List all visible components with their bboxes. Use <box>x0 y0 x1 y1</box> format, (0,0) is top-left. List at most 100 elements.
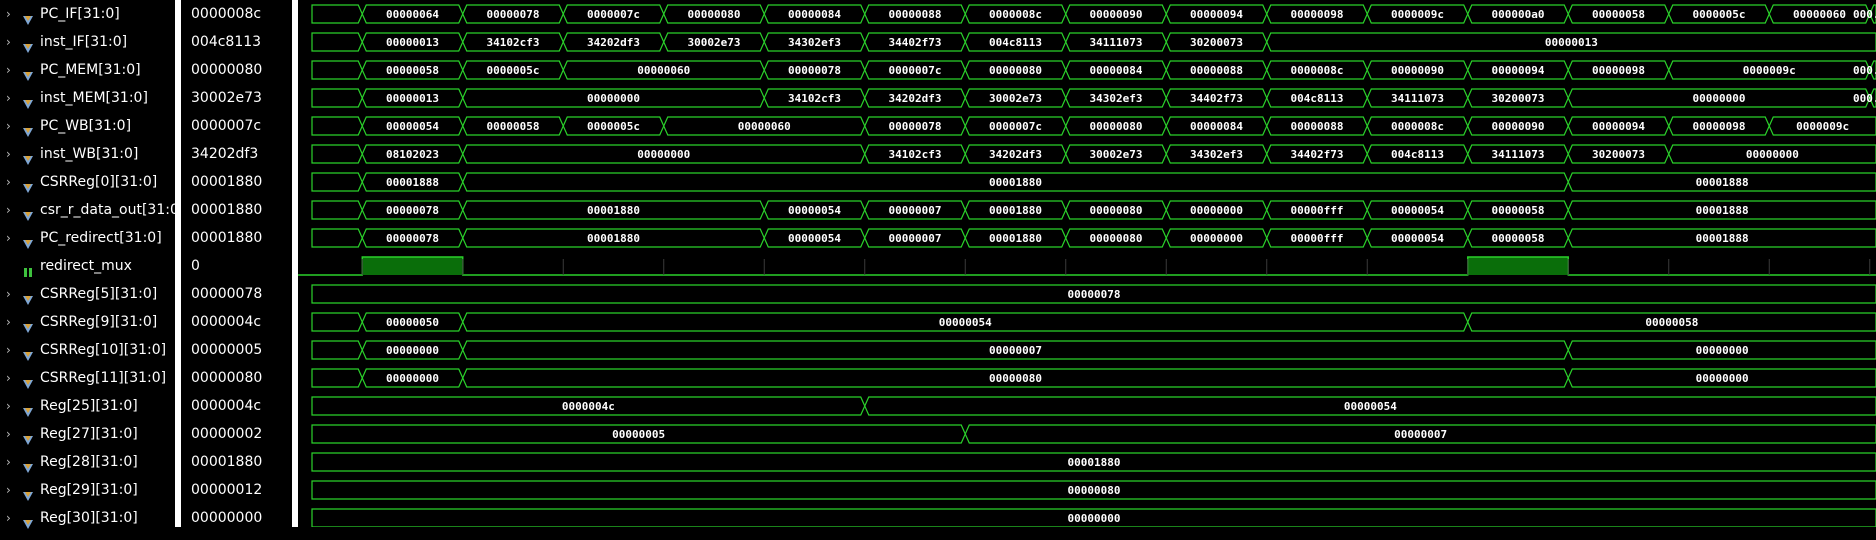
waveform-row-10[interactable]: 00000078 <box>311 284 1876 304</box>
waveform-row-16[interactable]: 00001880 <box>311 452 1876 472</box>
expand-chevron-icon[interactable]: › <box>6 280 11 308</box>
signal-value: 00001880 <box>191 230 263 246</box>
waveform-row-17[interactable]: 00000080 <box>311 480 1876 500</box>
signal-row-2[interactable]: › PC_MEM[31:0] <box>0 56 175 84</box>
bus-value-label: 34302ef3 <box>788 36 841 49</box>
bus-segment[interactable] <box>311 312 363 332</box>
signal-value: 30002e73 <box>191 90 262 106</box>
bus-value-label: 00001880 <box>989 204 1042 217</box>
bus-value-label: 004c8113 <box>1291 92 1344 105</box>
bus-value-label: 00000078 <box>386 204 439 217</box>
signal-row-12[interactable]: › CSRReg[10][31:0] <box>0 336 175 364</box>
signal-row-8[interactable]: › PC_redirect[31:0] <box>0 224 175 252</box>
bus-signal-icon <box>22 64 34 81</box>
bus-segment[interactable] <box>311 228 363 248</box>
bus-value-label: 00000078 <box>487 8 540 21</box>
waveform-row-15[interactable]: 00000005 00000007 <box>311 424 1876 444</box>
bus-value-label: 0000007c <box>587 8 640 21</box>
signal-name-label: inst_WB[31:0] <box>40 146 139 162</box>
signal-row-16[interactable]: › Reg[28][31:0] <box>0 448 175 476</box>
bus-segment[interactable] <box>311 88 363 108</box>
bus-value-label: 00000058 <box>1492 232 1545 245</box>
signal-row-0[interactable]: › PC_IF[31:0] <box>0 0 175 28</box>
bus-signal-icon <box>22 204 34 221</box>
bus-segment[interactable] <box>311 340 363 360</box>
signal-row-15[interactable]: › Reg[27][31:0] <box>0 420 175 448</box>
bus-value-label: 00000094 <box>1592 120 1645 133</box>
signal-value: 00000000 <box>191 510 263 526</box>
expand-chevron-icon[interactable]: › <box>6 140 11 168</box>
waveform-row-2[interactable]: 00000058 0000005c 00000060 00000078 0000007c… <box>311 60 1876 80</box>
high-pulse[interactable] <box>362 257 463 275</box>
waveform-row-1[interactable]: 00000013 34102cf3 34202df3 30002e73 34302ef3… <box>311 32 1876 52</box>
waveform-row-7[interactable]: 00000078 00001880 00000054 00000007 00001880… <box>311 200 1876 220</box>
waveform-row-8[interactable]: 00000078 00001880 00000054 00000007 00001880… <box>311 228 1876 248</box>
waveform-row-6[interactable]: 00001888 00001880 00001888 <box>311 172 1876 192</box>
expand-chevron-icon[interactable]: › <box>6 476 11 504</box>
signal-row-6[interactable]: › CSRReg[0][31:0] <box>0 168 175 196</box>
bus-value-label: 34202df3 <box>889 92 942 105</box>
bus-signal-icon <box>22 148 34 165</box>
bus-value-label: 34402f73 <box>889 36 942 49</box>
signal-row-14[interactable]: › Reg[25][31:0] <box>0 392 175 420</box>
signal-row-7[interactable]: › csr_r_data_out[31:0] <box>0 196 184 224</box>
bus-value-label: 00000054 <box>1391 204 1444 217</box>
expand-chevron-icon[interactable]: › <box>6 224 11 252</box>
expand-chevron-icon[interactable]: › <box>6 420 11 448</box>
bus-segment[interactable] <box>311 368 363 388</box>
waveform-row-0[interactable]: 00000064 00000078 0000007c 00000080 00000084… <box>311 4 1876 24</box>
bus-value-label: 30200073 <box>1190 36 1243 49</box>
bus-value-label: 00000058 <box>1592 8 1645 21</box>
expand-chevron-icon[interactable]: › <box>6 112 11 140</box>
bus-segment[interactable] <box>311 60 363 80</box>
waveform-row-5[interactable]: 08102023 00000000 34102cf3 34202df3 30002e73… <box>311 144 1876 164</box>
bus-segment[interactable] <box>311 200 363 220</box>
bus-signal-icon <box>22 176 34 193</box>
waveform-row-4[interactable]: 00000054 00000058 0000005c 00000060 00000078… <box>311 116 1876 136</box>
bus-signal-icon <box>22 400 34 417</box>
expand-chevron-icon[interactable]: › <box>6 364 11 392</box>
waveform-row-9[interactable] <box>298 256 1876 276</box>
waveform-canvas[interactable]: 00000064 00000078 0000007c 00000080 00000084… <box>298 0 1876 528</box>
waveform-panel[interactable]: 00000064 00000078 0000007c 00000080 00000084… <box>298 0 1876 528</box>
expand-chevron-icon[interactable]: › <box>6 84 11 112</box>
signal-row-17[interactable]: › Reg[29][31:0] <box>0 476 175 504</box>
waveform-row-18[interactable]: 00000000 <box>311 508 1876 528</box>
signal-row-13[interactable]: › CSRReg[11][31:0] <box>0 364 175 392</box>
bus-value-label: 00000090 <box>1492 120 1545 133</box>
signal-row-1[interactable]: › inst_IF[31:0] <box>0 28 175 56</box>
bus-segment[interactable] <box>311 116 363 136</box>
expand-chevron-icon[interactable]: › <box>6 168 11 196</box>
expand-chevron-icon[interactable]: › <box>6 392 11 420</box>
bus-segment[interactable] <box>311 144 363 164</box>
bus-value-label: 00000000 <box>1190 204 1243 217</box>
waveform-row-3[interactable]: 00000013 00000000 34102cf3 34202df3 30002e73… <box>311 88 1876 108</box>
waveform-row-14[interactable]: 0000004c 00000054 <box>311 396 1876 416</box>
expand-chevron-icon[interactable]: › <box>6 308 11 336</box>
expand-chevron-icon[interactable]: › <box>6 336 11 364</box>
signal-row-11[interactable]: › CSRReg[9][31:0] <box>0 308 175 336</box>
waveform-row-12[interactable]: 00000000 00000007 00000000 <box>311 340 1876 360</box>
signal-row-18[interactable]: › Reg[30][31:0] <box>0 504 175 532</box>
signal-row-4[interactable]: › PC_WB[31:0] <box>0 112 175 140</box>
signal-row-3[interactable]: › inst_MEM[31:0] <box>0 84 175 112</box>
signal-row-5[interactable]: › inst_WB[31:0] <box>0 140 175 168</box>
bus-value-label: 00000005 <box>612 428 665 441</box>
signal-name-label: redirect_mux <box>40 258 132 274</box>
waveform-row-13[interactable]: 00000000 00000080 00000000 <box>311 368 1876 388</box>
expand-chevron-icon[interactable]: › <box>6 448 11 476</box>
signal-row-9[interactable]: redirect_mux <box>0 252 175 280</box>
expand-chevron-icon[interactable]: › <box>6 28 11 56</box>
bus-segment[interactable] <box>311 4 363 24</box>
expand-chevron-icon[interactable]: › <box>6 0 11 28</box>
bus-segment[interactable] <box>311 32 363 52</box>
expand-chevron-icon[interactable]: › <box>6 196 11 224</box>
bus-value-label: 00000fff <box>1291 232 1344 245</box>
high-pulse[interactable] <box>1467 257 1569 275</box>
bus-value-label: 00000090 <box>1090 8 1143 21</box>
signal-row-10[interactable]: › CSRReg[5][31:0] <box>0 280 175 308</box>
expand-chevron-icon[interactable]: › <box>6 504 11 532</box>
bus-segment[interactable] <box>311 172 363 192</box>
waveform-row-11[interactable]: 00000050 00000054 00000058 <box>311 312 1876 332</box>
expand-chevron-icon[interactable]: › <box>6 56 11 84</box>
